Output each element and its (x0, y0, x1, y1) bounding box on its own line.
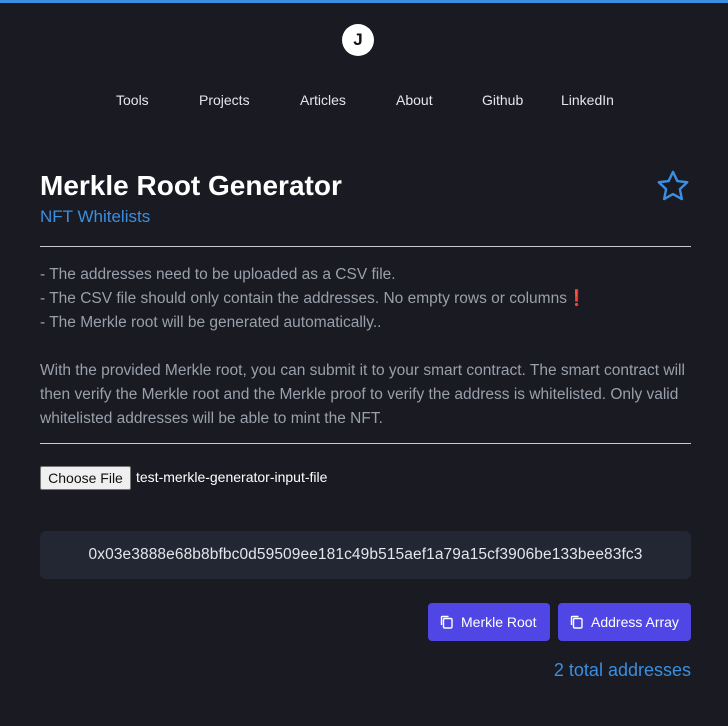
page-title: Merkle Root Generator (40, 170, 342, 201)
instructions-list: - The addresses need to be uploaded as a… (40, 263, 695, 335)
copy-address-array-button[interactable]: Address Array (558, 603, 691, 641)
top-accent-bar (0, 0, 728, 3)
description-paragraph: With the provided Merkle root, you can s… (40, 359, 695, 431)
copy-icon (440, 615, 453, 629)
star-icon[interactable] (655, 168, 691, 204)
copy-merkle-root-label: Merkle Root (461, 614, 537, 630)
instruction-item: - The addresses need to be uploaded as a… (40, 266, 396, 283)
divider (40, 246, 691, 247)
instruction-item: - The Merkle root will be generated auto… (40, 314, 382, 331)
choose-file-button[interactable]: Choose File (40, 466, 131, 490)
merkle-root-output[interactable]: 0x03e3888e68b8bfbc0d59509ee181c49b515aef… (40, 531, 691, 579)
copy-merkle-root-button[interactable]: Merkle Root (428, 603, 550, 641)
total-addresses: 2 total addresses (553, 660, 691, 680)
nav-about[interactable]: About (396, 92, 433, 108)
page-subtitle: NFT Whitelists (40, 207, 151, 226)
selected-file-name: test-merkle-generator-input-file (136, 469, 328, 485)
nav-github[interactable]: Github (482, 92, 523, 108)
divider (40, 443, 691, 444)
description-text: With the provided Merkle root, you can s… (40, 362, 685, 427)
copy-address-array-label: Address Array (591, 614, 679, 630)
copy-icon (570, 615, 583, 629)
main-nav: Tools Projects Articles About Github Lin… (0, 92, 728, 110)
nav-tools[interactable]: Tools (116, 92, 149, 108)
site-logo[interactable]: J (342, 24, 374, 56)
nav-linkedin[interactable]: LinkedIn (561, 92, 614, 108)
instruction-item: - The CSV file should only contain the a… (40, 290, 587, 307)
nav-projects[interactable]: Projects (199, 92, 250, 108)
nav-articles[interactable]: Articles (300, 92, 346, 108)
